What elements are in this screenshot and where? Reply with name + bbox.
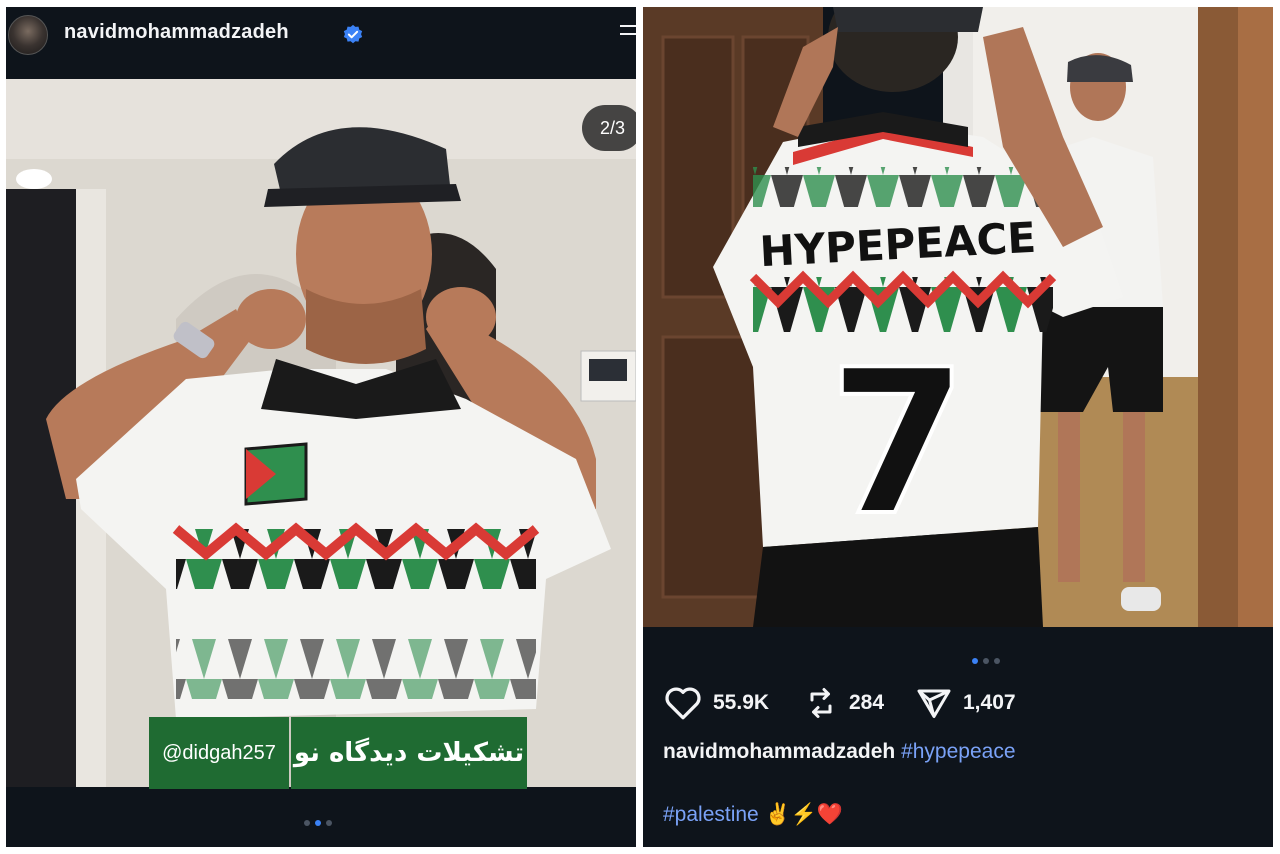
carousel-dot-active: [972, 658, 978, 664]
carousel-dot: [983, 658, 989, 664]
avatar[interactable]: [8, 15, 48, 55]
repost-icon: [810, 688, 832, 718]
caption-emojis: ✌️⚡❤️: [764, 803, 844, 826]
carousel-dot: [304, 820, 310, 826]
menu-icon[interactable]: [620, 25, 636, 43]
hashtag-link[interactable]: #hypepeace: [901, 740, 1015, 763]
caption-username[interactable]: navidmohammadzadeh: [663, 740, 895, 763]
repost-button[interactable]: 284: [803, 683, 884, 723]
carousel-dot: [326, 820, 332, 826]
carousel-dots: [304, 811, 337, 826]
hashtag-link[interactable]: #palestine: [663, 803, 759, 826]
slide-counter: 2/3: [582, 105, 636, 151]
post-photo[interactable]: HYPEPEACE 7: [643, 7, 1273, 627]
verified-badge-icon: [343, 24, 363, 44]
watermark-banner: @didgah257 تشکیلات دیدگاه نو: [149, 717, 527, 789]
repost-count: 284: [849, 691, 885, 714]
post-photo[interactable]: [6, 79, 636, 791]
post-header: navidmohammadzadeh: [6, 7, 636, 79]
watermark-handle: @didgah257: [149, 717, 289, 789]
carousel-dot-active: [315, 820, 321, 826]
post-username[interactable]: navidmohammadzadeh: [64, 21, 289, 44]
jersey-number: 7: [828, 327, 967, 560]
carousel-dot: [994, 658, 1000, 664]
share-button[interactable]: 1,407: [915, 683, 1016, 723]
send-icon: [917, 689, 951, 718]
heart-icon: [665, 687, 701, 720]
like-count: 55.9K: [713, 691, 770, 714]
caption-line: #palestine ✌️⚡❤️: [663, 803, 843, 827]
left-post-panel: navidmohammadzadeh 2/3 @didgah257 تشکیلا…: [6, 7, 636, 847]
like-button[interactable]: 55.9K: [663, 683, 769, 723]
carousel-dots: [972, 649, 1005, 664]
watermark-text: تشکیلات دیدگاه نو: [291, 717, 527, 789]
caption: navidmohammadzadeh #hypepeace: [663, 740, 1016, 764]
share-count: 1,407: [963, 691, 1016, 714]
right-post-panel: HYPEPEACE 7 55.9K 284 1,407 navidmohamma…: [643, 7, 1273, 847]
